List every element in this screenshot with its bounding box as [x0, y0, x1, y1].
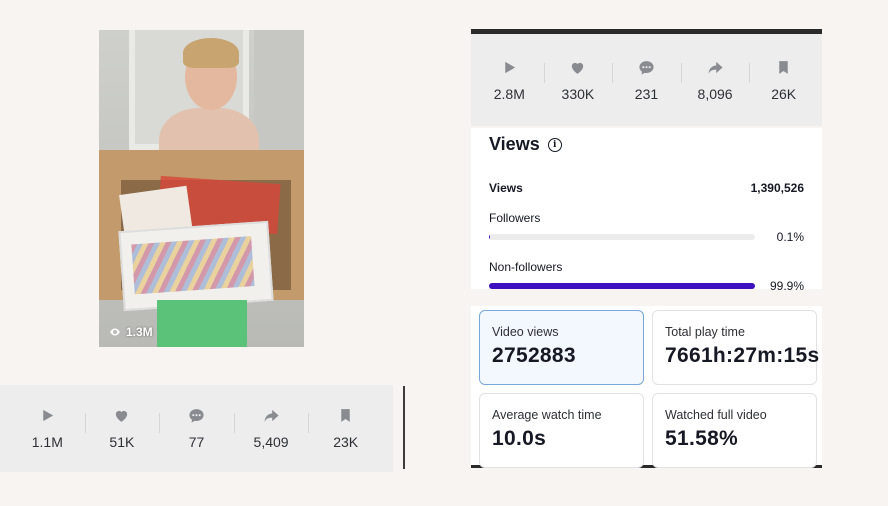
non-followers-percent: 99.9%: [769, 279, 804, 293]
view-count-text: 1.3M: [126, 325, 153, 339]
metric-label: Watched full video: [665, 408, 767, 422]
stat-plays[interactable]: 2.8M: [475, 34, 544, 126]
play-icon: [505, 61, 515, 73]
bookmark-icon: [779, 60, 788, 74]
play-icon: [43, 409, 53, 422]
stat-value: 77: [188, 434, 205, 450]
metric-average-watch-time[interactable]: Average watch time 10.0s: [479, 393, 644, 468]
left-stats-bar: 1.1M 51K 77 5,409 23K: [0, 385, 393, 472]
metric-label: Video views: [492, 325, 559, 339]
metric-total-play-time[interactable]: Total play time 7661h:27m:15s: [652, 310, 820, 385]
heart-icon: [572, 62, 584, 74]
metric-video-views[interactable]: Video views 2752883: [479, 310, 644, 385]
bookmark-icon: [341, 409, 350, 422]
views-heading: Views i: [489, 134, 804, 155]
stat-value: 1.1M: [31, 434, 63, 450]
views-total-value: 1,390,526: [750, 181, 804, 195]
followers-label: Followers: [489, 211, 541, 225]
metric-label: Average watch time: [492, 408, 602, 422]
followers-percent: 0.1%: [776, 230, 804, 244]
metrics-grid: Video views 2752883 Total play time 7661…: [471, 306, 822, 468]
non-followers-label: Non-followers: [489, 260, 563, 274]
heart-icon: [116, 410, 128, 422]
stat-saves[interactable]: 23K: [308, 385, 383, 472]
stat-value: 5,409: [253, 434, 289, 450]
metric-value: 10.0s: [492, 427, 547, 450]
stat-likes[interactable]: 51K: [84, 385, 160, 472]
non-followers-row: 99.9%: [489, 279, 804, 293]
stat-saves[interactable]: 26K: [749, 34, 818, 126]
metric-value: 2752883: [492, 344, 576, 367]
stat-value: 330K: [561, 85, 595, 102]
stat-likes[interactable]: 330K: [543, 34, 613, 126]
stat-plays[interactable]: 1.1M: [10, 385, 85, 472]
stat-value: 8,096: [697, 85, 733, 102]
non-followers-bar-fill: [489, 283, 755, 289]
followers-row: 0.1%: [489, 230, 804, 244]
stat-comments[interactable]: 231: [612, 34, 681, 126]
views-total-row: Views 1,390,526: [489, 181, 804, 195]
person-hair: [183, 38, 239, 68]
metric-watched-full-video[interactable]: Watched full video 51.58%: [652, 393, 817, 468]
stat-value: 2.8M: [493, 85, 525, 102]
video-view-count: 1.3M: [109, 325, 153, 339]
stat-shares[interactable]: 5,409: [233, 385, 309, 472]
comment-icon: [639, 60, 654, 75]
followers-bar: [489, 234, 755, 240]
stat-value: 51K: [109, 434, 135, 450]
share-icon: [263, 409, 279, 422]
metric-label: Total play time: [665, 325, 745, 339]
vertical-divider: [403, 386, 405, 469]
views-title: Views: [489, 134, 540, 154]
non-followers-bar: [489, 283, 755, 289]
person-legs: [157, 300, 247, 347]
eye-icon: [110, 328, 120, 336]
video-thumbnail[interactable]: 1.3M: [99, 30, 304, 347]
stat-value: 26K: [771, 85, 797, 102]
stat-value: 231: [634, 85, 659, 102]
views-card: Views i Views 1,390,526 Followers 0.1% N…: [471, 128, 822, 293]
metric-value: 7661h:27m:15s: [665, 344, 820, 367]
right-stats-bar: 2.8M 330K 231 8,096 26K: [471, 34, 822, 126]
stat-shares[interactable]: 8,096: [680, 34, 750, 126]
stat-comments[interactable]: 77: [159, 385, 234, 472]
info-icon[interactable]: i: [547, 137, 562, 152]
views-total-label: Views: [489, 181, 523, 195]
metric-value: 51.58%: [665, 427, 739, 450]
comment-icon: [189, 409, 204, 423]
share-icon: [707, 61, 723, 74]
stat-value: 23K: [333, 434, 359, 450]
candy-bag-front: [118, 220, 274, 312]
